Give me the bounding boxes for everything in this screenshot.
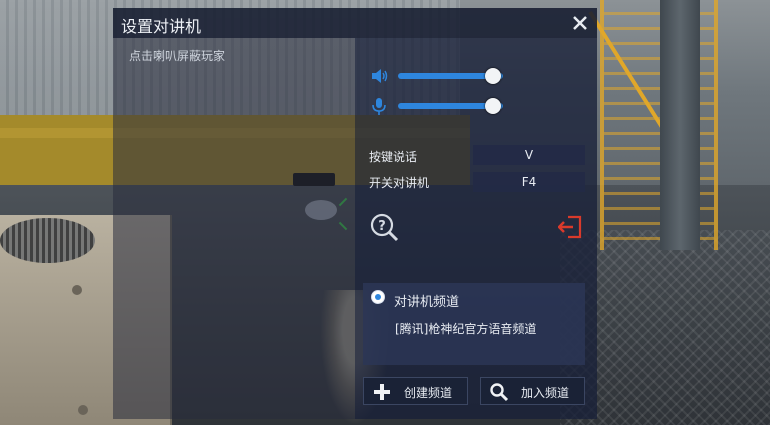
- dialog-title: 设置对讲机: [121, 17, 202, 36]
- microphone-icon[interactable]: [369, 96, 389, 116]
- microphone-volume-slider[interactable]: [398, 96, 503, 116]
- close-button[interactable]: [567, 10, 593, 36]
- create-channel-label: 创建频道: [404, 386, 453, 400]
- ac-bolt: [78, 405, 88, 415]
- svg-text:?: ?: [378, 219, 386, 234]
- speaker-volume-slider[interactable]: [398, 66, 503, 86]
- help-search-icon[interactable]: ?: [369, 212, 399, 242]
- ac-bolt: [72, 285, 82, 295]
- push-to-talk-label: 按键说话: [369, 150, 418, 164]
- dialog-title-bar: 设置对讲机: [113, 8, 597, 38]
- channel-box: 对讲机频道 [腾讯]枪神纪官方语音频道: [363, 283, 585, 365]
- push-to-talk-key[interactable]: V: [473, 145, 585, 165]
- channel-heading: 对讲机频道: [394, 295, 460, 310]
- toggle-walkie-key[interactable]: F4: [473, 172, 585, 192]
- search-icon: [490, 383, 509, 402]
- walkie-talkie-dialog: 设置对讲机 点击喇叭屏蔽玩家 按键说话 V 开关对讲机 F4 ? 对讲机频道 […: [113, 8, 597, 419]
- mute-hint: 点击喇叭屏蔽玩家: [129, 49, 226, 63]
- channel-radio[interactable]: [371, 290, 385, 304]
- create-channel-button[interactable]: 创建频道: [363, 377, 468, 405]
- player-list-pane: [113, 38, 355, 419]
- speaker-slider-thumb[interactable]: [485, 68, 501, 84]
- steel-pillar: [660, 0, 700, 250]
- join-channel-label: 加入频道: [521, 386, 570, 400]
- close-icon: [573, 16, 587, 30]
- speaker-icon[interactable]: [369, 66, 389, 86]
- exit-channel-icon[interactable]: [558, 214, 584, 240]
- plus-icon: [374, 384, 390, 400]
- mic-slider-thumb[interactable]: [485, 98, 501, 114]
- join-channel-button[interactable]: 加入频道: [480, 377, 585, 405]
- ac-fan: [0, 218, 95, 263]
- toggle-walkie-label: 开关对讲机: [369, 176, 430, 190]
- channel-item[interactable]: [腾讯]枪神纪官方语音频道: [395, 320, 536, 337]
